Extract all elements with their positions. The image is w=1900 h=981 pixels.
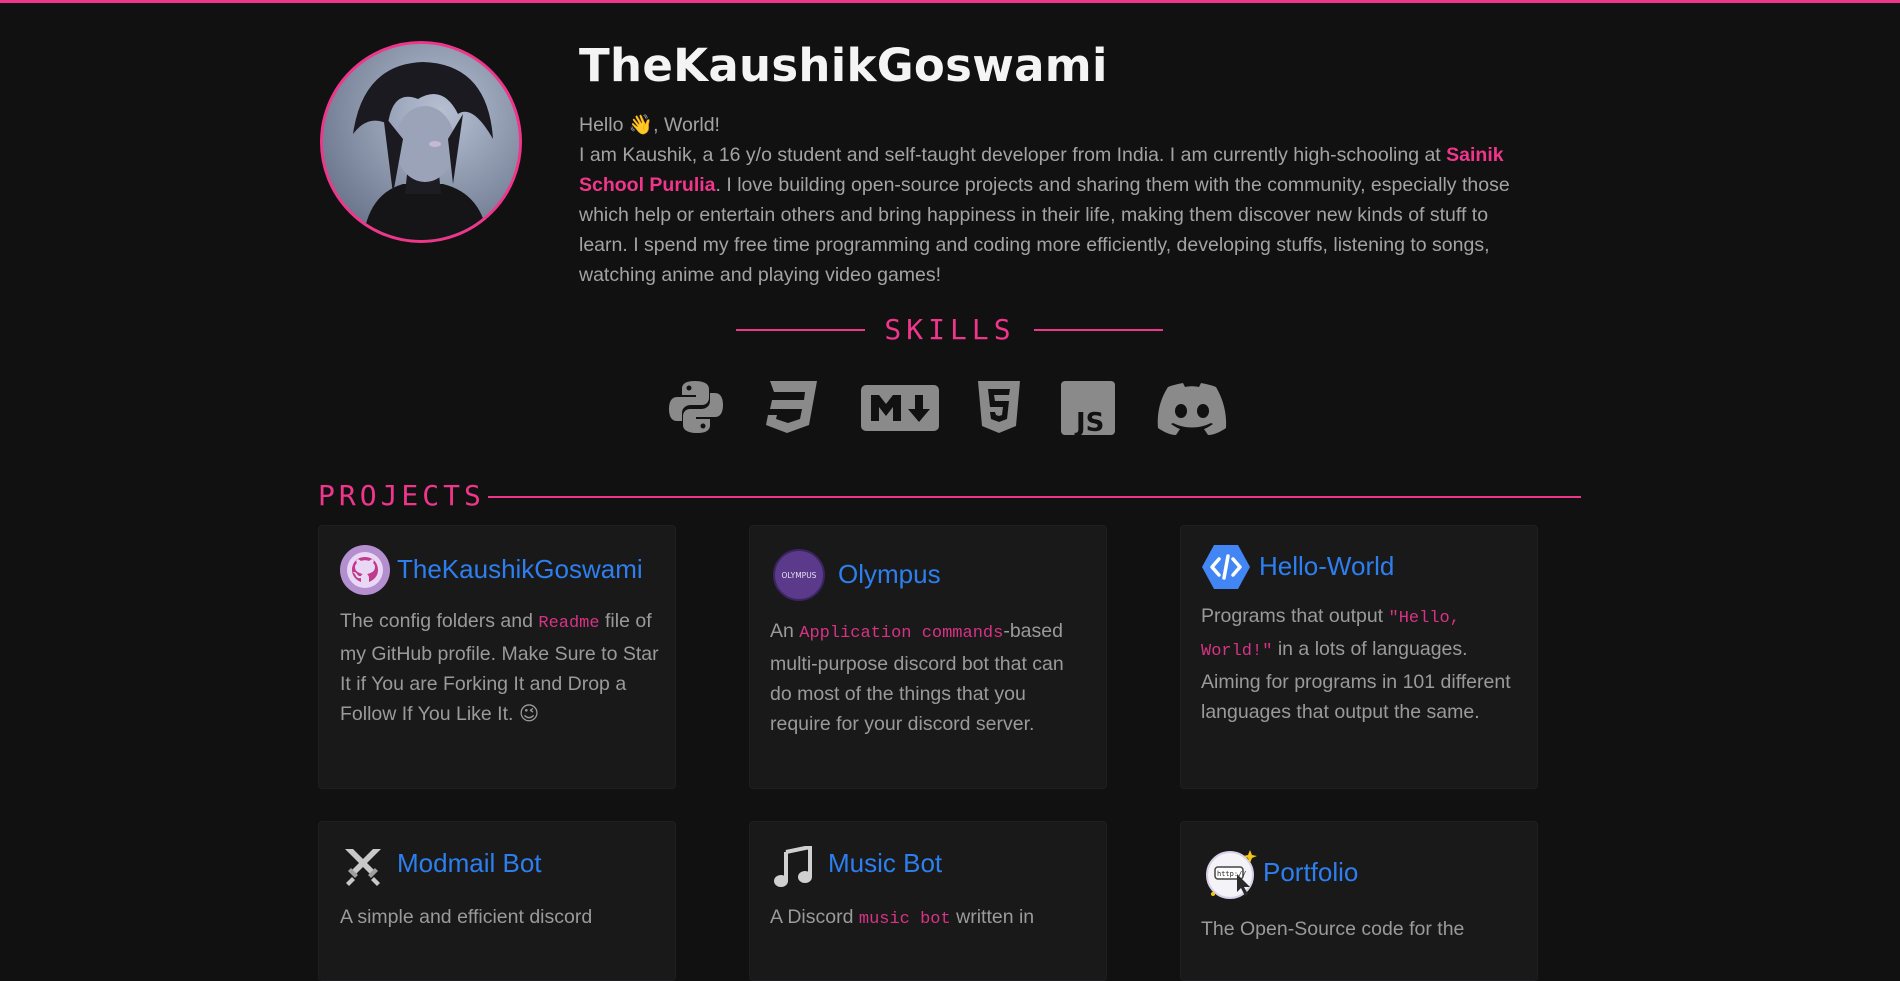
browser-cursor-icon: http:// [1206,850,1257,899]
desc-text: written in [950,906,1035,928]
bio-text: I am Kaushik, a 16 y/o student and self-… [579,140,1539,290]
project-title[interactable]: Portfolio [1263,857,1358,888]
desc-text: A Discord [770,906,859,928]
divider [1034,329,1163,331]
html5-icon [978,381,1020,433]
divider [736,329,865,331]
url-label: http:// [1217,870,1247,878]
project-description: An Application commands-based multi-purp… [770,616,1090,739]
inline-code: music bot [858,910,951,929]
greeting: Hello 👋, World! [579,114,720,136]
skills-title: SKILLS [884,313,1016,346]
javascript-icon: JS [1061,381,1115,435]
crossed-swords-icon [345,849,381,886]
project-title[interactable]: Hello-World [1259,551,1394,582]
desc-text: A simple and efficient discord [340,906,593,928]
project-title[interactable]: TheKaushikGoswami [397,554,643,585]
bio-part-2: . I love building open-source projects a… [579,174,1510,286]
code-icon [1202,545,1250,589]
project-card-hello-world[interactable]: Hello-World Programs that output "Hello,… [1180,525,1538,789]
project-description: A Discord music bot written in [770,902,1090,935]
olympus-logo-icon: OLYMPUS [773,549,825,601]
olympus-logo-text: OLYMPUS [782,571,817,580]
divider [488,496,1581,498]
project-card-modmail-bot[interactable]: Modmail Bot A simple and efficient disco… [318,821,676,981]
discord-icon [1157,383,1227,435]
profile-name: TheKaushikGoswami [579,39,1108,92]
project-title[interactable]: Modmail Bot [397,848,542,879]
project-title[interactable]: Olympus [838,559,941,590]
profile-header: TheKaushikGoswami Hello 👋, World! I am K… [0,3,1900,303]
project-description: A simple and efficient discord [340,902,660,932]
project-description: Programs that output "Hello, World!" in … [1201,601,1523,727]
project-card-portfolio[interactable]: http:// Portfolio The Open-Source code f… [1180,821,1538,981]
css3-icon [766,381,817,433]
markdown-icon [861,385,939,431]
svg-text:JS: JS [1074,408,1104,435]
projects-title: PROJECTS [318,479,485,512]
project-card-thekaushikgoswami[interactable]: TheKaushikGoswami The config folders and… [318,525,676,789]
music-note-icon [774,846,812,887]
desc-text: Programs that output [1201,605,1389,627]
project-title[interactable]: Music Bot [828,848,942,879]
project-description: The Open-Source code for the [1201,914,1521,944]
bio-part-1: I am Kaushik, a 16 y/o student and self-… [579,144,1447,166]
inline-code: Readme [538,614,600,633]
project-card-olympus[interactable]: OLYMPUS Olympus An Application commands-… [749,525,1107,789]
python-icon [669,381,723,433]
project-card-music-bot[interactable]: Music Bot A Discord music bot written in [749,821,1107,981]
profile-bio: Hello 👋, World! I am Kaushik, a 16 y/o s… [579,110,1539,290]
profile-avatar [320,41,522,243]
desc-text: An [770,620,800,642]
github-avatar-icon [340,545,390,595]
desc-text: The config folders and [340,610,539,632]
inline-code: Application commands [799,624,1004,643]
project-description: The config folders and Readme file of my… [340,606,660,729]
